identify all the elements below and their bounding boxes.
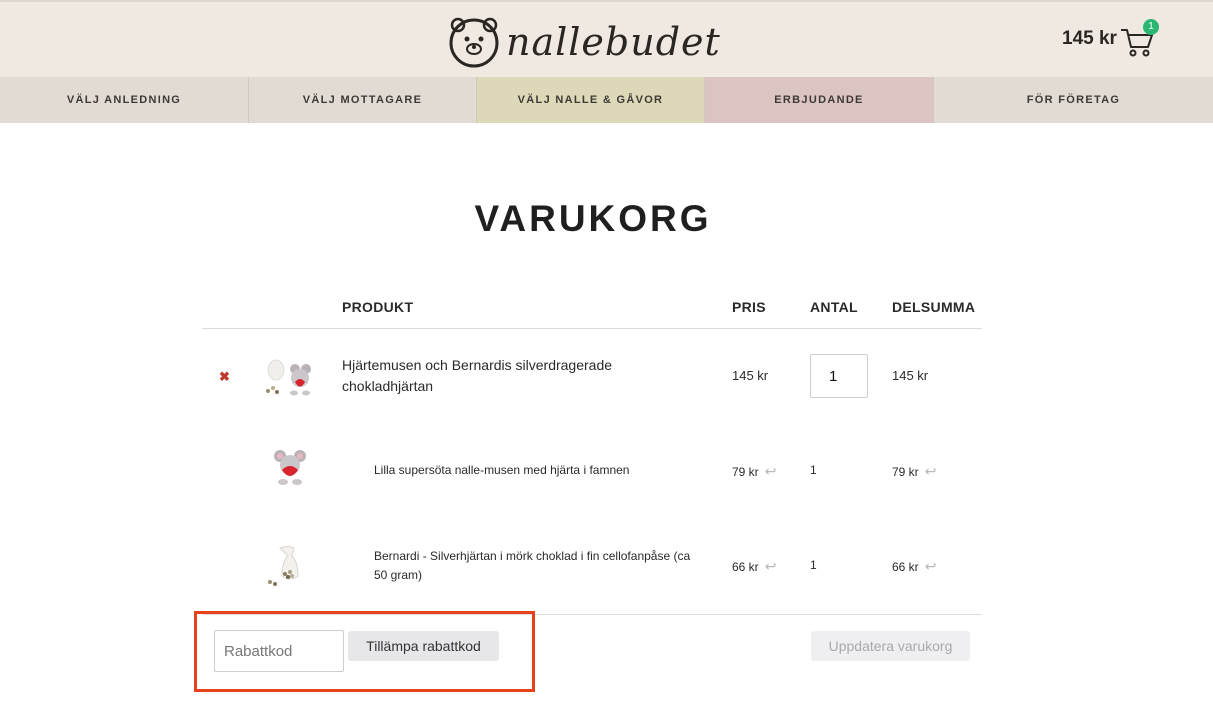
bundle-item-quantity: 1 [810, 558, 817, 572]
apply-coupon-button[interactable]: Tillämpa rabattkod [348, 631, 499, 661]
bear-logo-icon [449, 17, 499, 68]
product-thumbnail-bundle[interactable] [262, 358, 312, 398]
return-arrow-icon: ↩ [924, 463, 937, 479]
column-header-subtotal: DELSUMMA [892, 299, 976, 315]
site-header: nallebudet 145 kr 1 [0, 0, 1213, 77]
table-header-divider [202, 328, 982, 329]
bundle-item-price-value: 79 kr [732, 465, 759, 479]
bundle-item-name[interactable]: Bernardi - Silverhjärtan i mörk choklad … [374, 547, 704, 585]
column-header-price: PRIS [732, 299, 766, 315]
remove-item-icon[interactable]: ✖ [219, 369, 230, 385]
bundle-item-price: 79 kr ↩ [732, 462, 776, 482]
bundle-item-subtotal-value: 79 kr [892, 465, 919, 479]
update-cart-button[interactable]: Uppdatera varukorg [811, 631, 970, 661]
bundle-item-subtotal: 79 kr ↩ [892, 462, 936, 482]
coupon-code-input[interactable] [214, 630, 344, 672]
return-arrow-icon: ↩ [924, 558, 937, 574]
page-title: VARUKORG [474, 198, 712, 239]
site-logo[interactable]: nallebudet [448, 14, 721, 70]
bundle-item-subtotal-value: 66 kr [892, 560, 919, 574]
column-header-quantity: ANTAL [810, 299, 858, 315]
main-nav: VÄLJ ANLEDNING VÄLJ MOTTAGARE VÄLJ NALLE… [0, 77, 1213, 123]
nav-item-foretag[interactable]: FÖR FÖRETAG [934, 77, 1213, 123]
cart-total[interactable]: 145 kr [1062, 28, 1117, 50]
column-header-product: PRODUKT [342, 299, 414, 315]
product-thumbnail-chocolate-bag[interactable] [266, 544, 302, 588]
bundle-item-price: 66 kr ↩ [732, 557, 776, 577]
bundle-item-name[interactable]: Lilla supersöta nalle-musen med hjärta i… [374, 461, 629, 480]
nav-item-erbjudande[interactable]: ERBJUDANDE [705, 77, 934, 123]
bundle-item-quantity: 1 [810, 463, 817, 477]
cart-item-subtotal: 145 kr [892, 368, 929, 383]
logo-wordmark: nallebudet [506, 20, 721, 64]
nav-item-nalle-gavor[interactable]: VÄLJ NALLE & GÅVOR [477, 77, 705, 123]
nav-item-mottagare[interactable]: VÄLJ MOTTAGARE [249, 77, 477, 123]
quantity-input[interactable] [810, 354, 868, 398]
cart-item-price: 145 kr [732, 368, 769, 383]
product-thumbnail-mouse[interactable] [272, 448, 308, 486]
cart-count-badge: 1 [1143, 19, 1159, 35]
bundle-item-price-value: 66 kr [732, 560, 759, 574]
bundle-item-subtotal: 66 kr ↩ [892, 557, 936, 577]
cart-item-name[interactable]: Hjärtemusen och Bernardis silverdragerad… [342, 355, 662, 397]
nav-item-anledning[interactable]: VÄLJ ANLEDNING [0, 77, 249, 123]
return-arrow-icon: ↩ [764, 558, 777, 574]
return-arrow-icon: ↩ [764, 463, 777, 479]
